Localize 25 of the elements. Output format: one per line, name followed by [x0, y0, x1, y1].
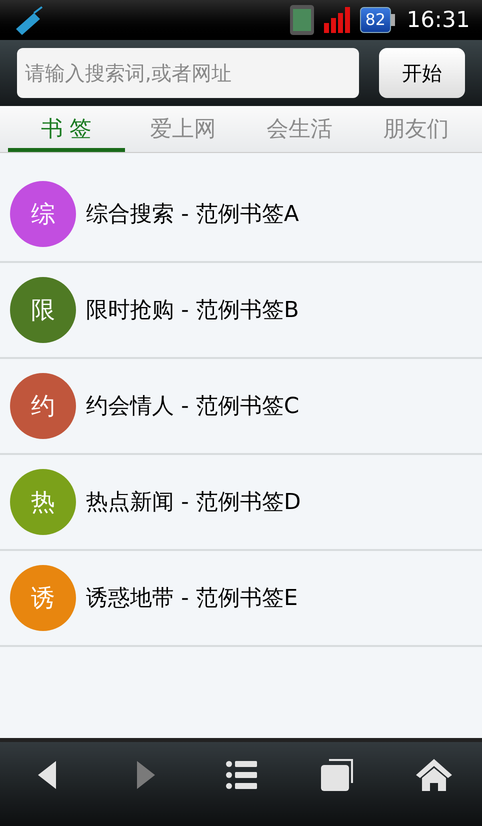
phone-icon — [288, 4, 316, 36]
bookmark-item[interactable]: 热 热点新闻 - 范例书签D — [0, 455, 482, 551]
bookmark-title: 约会情人 - 范例书签C — [86, 392, 300, 420]
tab[interactable]: 书 签 — [8, 106, 124, 152]
bookmark-badge: 热 — [10, 469, 76, 535]
bookmark-title: 诱惑地带 - 范例书签E — [86, 584, 298, 612]
bookmark-item[interactable]: 综 综合搜索 - 范例书签A — [0, 167, 482, 263]
home-icon — [416, 757, 452, 793]
bookmark-title: 限时抢购 - 范例书签B — [86, 296, 300, 324]
windows-icon — [319, 757, 356, 793]
battery-tip-icon — [390, 14, 395, 26]
bookmark-badge: 综 — [10, 181, 76, 247]
bookmark-title: 热点新闻 - 范例书签D — [86, 488, 301, 516]
bookmark-badge: 诱 — [10, 565, 76, 631]
bookmark-item[interactable]: 诱 诱惑地带 - 范例书签E — [0, 551, 482, 647]
battery-level: 82 — [360, 7, 391, 33]
bookmark-item[interactable]: 约 约会情人 - 范例书签C — [0, 359, 482, 455]
start-button[interactable]: 开始 — [379, 48, 465, 98]
clock: 16:31 — [406, 6, 470, 34]
bookmark-badge: 限 — [10, 277, 76, 343]
bookmark-badge: 约 — [10, 373, 76, 439]
search-field[interactable]: 请输入搜索词,或者网址 — [17, 48, 359, 98]
signal-icon — [324, 7, 352, 33]
bookmark-item[interactable]: 限 限时抢购 - 范例书签B — [0, 263, 482, 359]
bookmark-title: 综合搜索 - 范例书签A — [86, 200, 299, 228]
